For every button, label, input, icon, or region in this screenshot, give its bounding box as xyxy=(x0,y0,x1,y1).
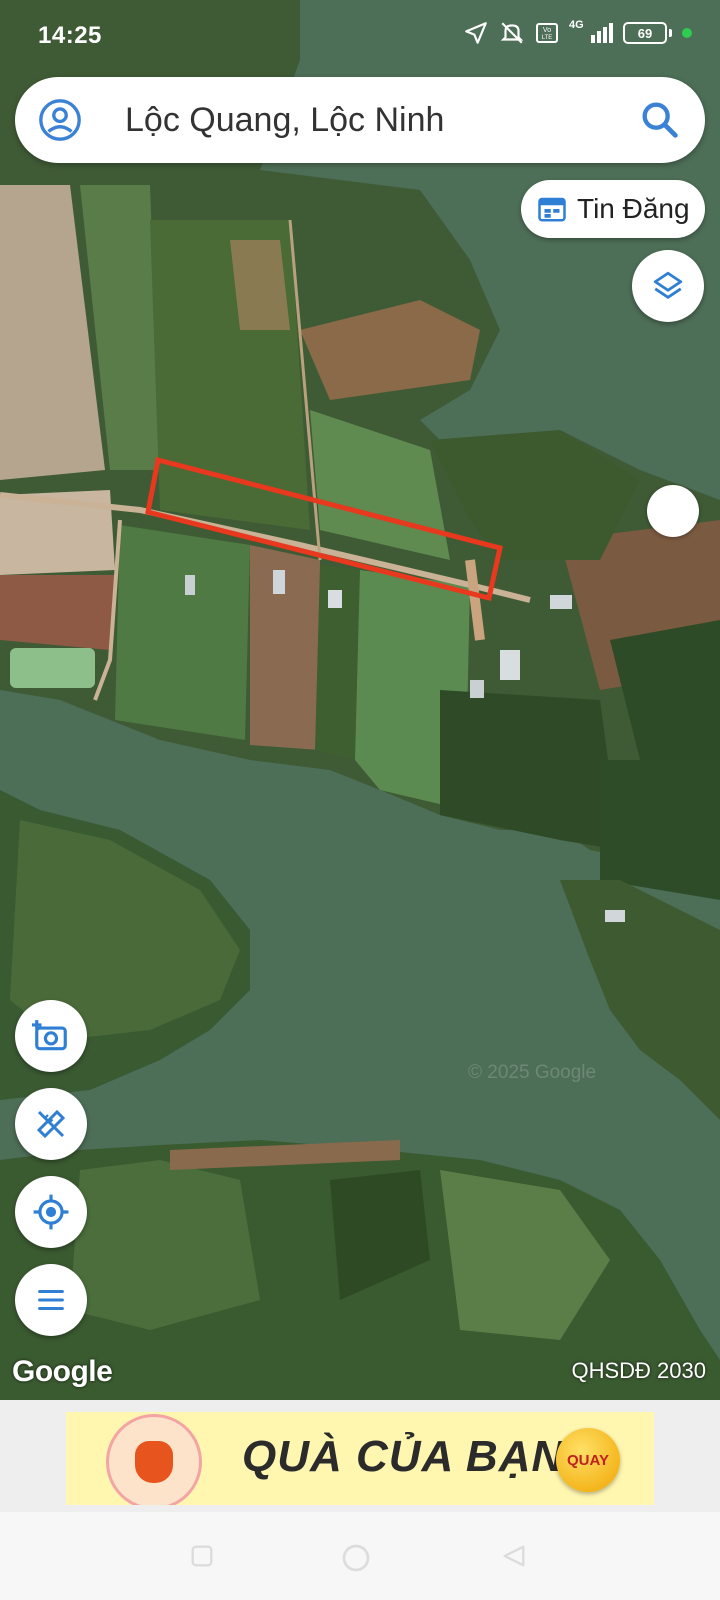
layers-button[interactable] xyxy=(632,250,704,322)
add-photo-icon xyxy=(32,1020,67,1051)
recents-icon[interactable] xyxy=(188,1542,216,1570)
layers-icon xyxy=(653,271,683,299)
system-nav-bar xyxy=(0,1512,720,1600)
home-icon[interactable] xyxy=(340,1542,372,1574)
my-location-icon xyxy=(33,1194,69,1230)
status-icons: Vo LTE 4G 69 xyxy=(463,19,692,46)
battery-level: 69 xyxy=(623,22,667,44)
measure-icon xyxy=(36,1109,66,1139)
search-icon[interactable] xyxy=(637,97,683,143)
menu-button[interactable] xyxy=(15,1264,87,1336)
battery-icon: 69 xyxy=(623,22,672,44)
svg-text:LTE: LTE xyxy=(542,35,553,41)
gift-banner[interactable]: QUÀ CỦA BẠN QUAY xyxy=(66,1412,654,1505)
privacy-indicator xyxy=(682,28,692,38)
status-time: 14:25 xyxy=(38,22,102,49)
map-copyright: © 2025 Google xyxy=(468,1062,597,1083)
search-query[interactable]: Lộc Quang, Lộc Ninh xyxy=(125,97,444,143)
spin-button[interactable]: QUAY xyxy=(556,1428,620,1492)
location-arrow-icon xyxy=(465,22,487,44)
my-location-button[interactable] xyxy=(15,1176,87,1248)
profile-icon[interactable] xyxy=(37,97,83,143)
measure-button[interactable] xyxy=(15,1088,87,1160)
gift-bag-icon xyxy=(106,1414,202,1505)
status-bar: 14:25 Vo LTE 4G 69 xyxy=(0,0,720,70)
back-icon[interactable] xyxy=(500,1542,528,1570)
plan-label: QHSDĐ 2030 xyxy=(571,1358,706,1383)
tin-dang-label: Tin Đăng xyxy=(577,193,690,224)
menu-icon xyxy=(38,1289,64,1311)
mute-icon xyxy=(500,22,524,44)
network-type: 4G xyxy=(569,19,584,31)
svg-text:Vo: Vo xyxy=(543,27,551,34)
calendar-icon xyxy=(538,197,566,222)
banner-text: QUÀ CỦA BẠN xyxy=(242,1432,565,1481)
tin-dang-button[interactable]: Tin Đăng xyxy=(521,180,705,238)
signal-icon: 4G xyxy=(569,19,613,43)
scroll-handle[interactable] xyxy=(647,485,699,537)
volte-icon: VoLTE xyxy=(536,23,558,43)
add-photo-button[interactable] xyxy=(15,1000,87,1072)
ad-area: QUÀ CỦA BẠN QUAY xyxy=(0,1400,720,1512)
google-logo: Google xyxy=(12,1355,113,1388)
search-bar[interactable]: Lộc Quang, Lộc Ninh xyxy=(15,77,705,163)
